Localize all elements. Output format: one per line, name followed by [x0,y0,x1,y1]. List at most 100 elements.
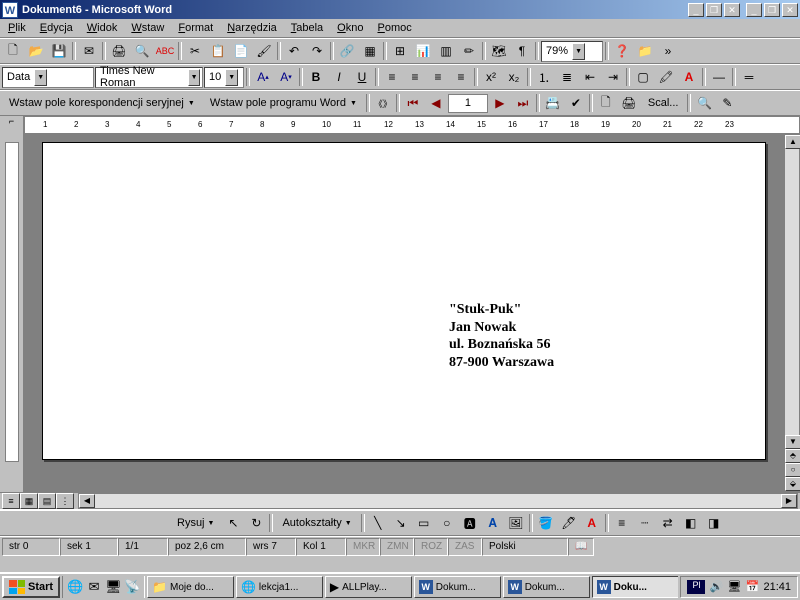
align-right-button[interactable]: ≡ [427,66,449,88]
bold-button[interactable]: B [305,66,327,88]
menu-tabela[interactable]: Tabela [284,20,330,36]
help-button[interactable]: ❓ [611,40,633,62]
insert-word-field-button[interactable]: Wstaw pole programu Word▼ [203,92,364,114]
oval-button[interactable]: ○ [436,512,458,534]
underline-button[interactable]: U [351,66,373,88]
find-record-button[interactable]: 🔍 [693,92,715,114]
rotate-button[interactable]: ↻ [245,512,267,534]
taskbar-button[interactable]: WDokum... [414,576,501,598]
taskbar-button[interactable]: WDoku... [592,576,679,598]
dash-button[interactable]: ┈ [634,512,656,534]
mail-button[interactable]: ✉ [78,40,100,62]
scroll-down-button[interactable]: ▼ [785,435,800,449]
arrow-style-button[interactable]: ⇄ [657,512,679,534]
status-ovr[interactable]: ZAS [448,538,482,556]
scroll-left-button[interactable]: ◀ [79,494,95,508]
vertical-ruler[interactable] [0,134,24,492]
horizontal-ruler[interactable]: ⌐ 1234567891011121314151617181920212223 [0,116,800,134]
more-button[interactable]: » [657,40,679,62]
taskbar-button[interactable]: 🌐lekcja1... [236,576,323,598]
dash-style-button[interactable]: ═ [738,66,760,88]
ql-oe-icon[interactable]: ✉ [86,579,102,595]
start-button[interactable]: Start [2,576,60,598]
menu-plik[interactable]: Plik [1,20,33,36]
prev-record-button[interactable]: ◀ [425,92,447,114]
textbox-button[interactable]: 🅰 [459,512,481,534]
3d-button[interactable]: ◨ [703,512,725,534]
tables-button[interactable]: ▦ [359,40,381,62]
document-viewport[interactable]: "Stuk-Puk" Jan Nowak ul. Boznańska 56 87… [24,134,784,492]
format-painter-button[interactable]: 🖌 [253,40,275,62]
indent-button[interactable]: ⇥ [602,66,624,88]
border-button[interactable]: ▢ [632,66,654,88]
hyperlink-button[interactable]: 🔗 [336,40,358,62]
outline-view-button[interactable]: ⋮ [56,493,74,509]
open-dialog-button[interactable]: 📁 [634,40,656,62]
numbering-button[interactable]: ⒈ [533,66,555,88]
menu-format[interactable]: Format [171,20,220,36]
copy-button[interactable]: 📋 [207,40,229,62]
scroll-right-button[interactable]: ▶ [781,494,797,508]
tray-clock[interactable]: 21:41 [763,581,791,593]
tray-display-icon[interactable]: 🖥 [727,580,741,594]
arrow-button[interactable]: ↘ [390,512,412,534]
undo-button[interactable]: ↶ [283,40,305,62]
open-button[interactable]: 📂 [25,40,47,62]
view-merged-button[interactable]: 《》 [372,92,394,114]
status-lang[interactable]: Polski [482,538,568,556]
insert-table-button[interactable]: ⊞ [389,40,411,62]
merge-button[interactable]: Scal... [641,92,686,114]
status-ext[interactable]: ROZ [414,538,448,556]
next-page-button[interactable]: ⬙ [785,477,800,491]
font-color-button[interactable]: A [678,66,700,88]
line-color-button[interactable]: 🖊 [558,512,580,534]
ql-desktop-icon[interactable]: 🖥 [105,579,121,595]
status-spell-icon[interactable]: 📖 [568,538,594,556]
cut-button[interactable]: ✂ [184,40,206,62]
rectangle-button[interactable]: ▭ [413,512,435,534]
edit-source-button[interactable]: ✎ [716,92,738,114]
draw-menu-button[interactable]: Rysuj▼ [170,512,221,534]
new-button[interactable]: 🗋 [2,40,24,62]
next-record-button[interactable]: ▶ [489,92,511,114]
first-record-button[interactable]: ⏮ [402,92,424,114]
print-view-button[interactable]: ▤ [38,493,56,509]
line-style-button[interactable]: — [708,66,730,88]
mailmerge-helper-button[interactable]: 📇 [542,92,564,114]
font-color-draw-button[interactable]: A [581,512,603,534]
status-rec[interactable]: MKR [346,538,380,556]
size-dropdown[interactable]: 10▼ [204,67,244,88]
tray-volume-icon[interactable]: 🔊 [709,580,723,594]
select-objects-button[interactable]: ↖ [222,512,244,534]
show-marks-button[interactable]: ¶ [511,40,533,62]
check-errors-button[interactable]: ✔ [565,92,587,114]
restore-button[interactable]: ❐ [706,3,722,17]
font-dropdown[interactable]: Times New Roman▼ [95,67,203,88]
horizontal-scrollbar[interactable]: ◀ ▶ [78,493,798,509]
grow-font-button[interactable]: A▴ [252,66,274,88]
highlight-button[interactable]: 🖍 [655,66,677,88]
drawing-button[interactable]: ✏ [458,40,480,62]
taskbar-button[interactable]: 📁Moje do... [147,576,234,598]
bullets-button[interactable]: ≣ [556,66,578,88]
paste-button[interactable]: 📄 [230,40,252,62]
columns-button[interactable]: ▥ [435,40,457,62]
align-left-button[interactable]: ≡ [381,66,403,88]
insert-merge-field-button[interactable]: Wstaw pole korespondencji seryjnej▼ [2,92,202,114]
clipart-button[interactable]: 🖼 [505,512,527,534]
ql-ie-icon[interactable]: 🌐 [67,579,83,595]
align-center-button[interactable]: ≡ [404,66,426,88]
style-dropdown[interactable]: Data▼ [2,67,94,88]
save-button[interactable]: 💾 [48,40,70,62]
redo-button[interactable]: ↷ [306,40,328,62]
doc-minimize-button[interactable]: _ [746,3,762,17]
zoom-dropdown[interactable]: 79%▼ [541,41,603,62]
menu-widok[interactable]: Widok [80,20,125,36]
browse-object-button[interactable]: ○ [785,463,800,477]
status-trk[interactable]: ZMN [380,538,414,556]
minimize-button[interactable]: _ [688,3,704,17]
web-view-button[interactable]: ▦ [20,493,38,509]
merge-print-button[interactable]: 🖨 [618,92,640,114]
fill-color-button[interactable]: 🪣 [535,512,557,534]
taskbar-button[interactable]: ▶ALLPlay... [325,576,412,598]
